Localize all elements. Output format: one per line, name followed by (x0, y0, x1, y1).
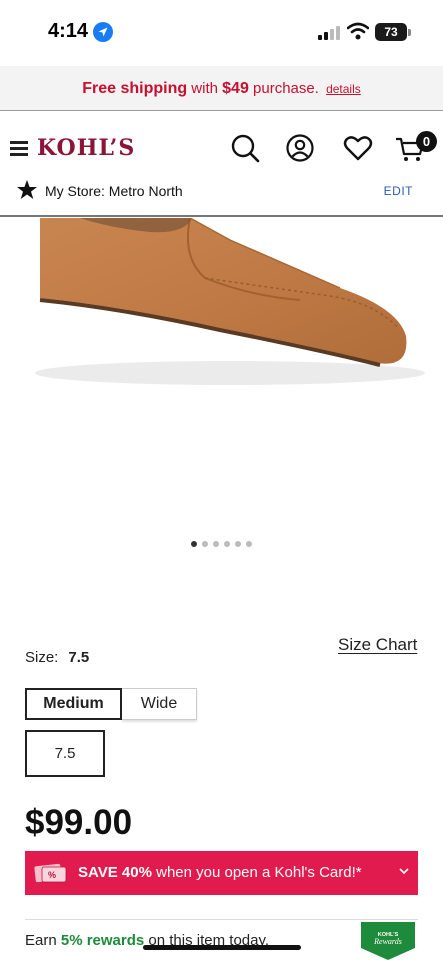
cart-count-badge: 0 (416, 131, 437, 152)
search-icon[interactable] (230, 133, 260, 163)
battery-icon: 73 (375, 23, 407, 41)
card-offer-text: SAVE 40% when you open a Kohl's Card!* (78, 864, 362, 881)
carousel-dots[interactable] (0, 541, 443, 547)
size-value: 7.5 (68, 649, 90, 666)
promo-mid-text: with (187, 80, 223, 97)
carousel-dot[interactable] (191, 541, 197, 547)
home-indicator (143, 945, 301, 950)
width-option-medium[interactable]: Medium (25, 688, 122, 720)
star-icon (17, 180, 37, 199)
card-offer-rest: when you open a Kohl's Card!* (151, 864, 362, 881)
card-offer-bold: SAVE 40% (78, 864, 152, 881)
size-label: Size: 7.5 (25, 649, 89, 666)
kohls-card-offer-banner[interactable]: % SAVE 40% when you open a Kohl's Card!* (25, 851, 418, 895)
svg-text:Rewards: Rewards (373, 937, 402, 946)
promo-amount: $49 (222, 80, 249, 97)
store-label: My Store: Metro North (45, 183, 183, 199)
carousel-dot[interactable] (246, 541, 252, 547)
carousel-dot[interactable] (235, 541, 241, 547)
product-price: $99.00 (25, 803, 133, 842)
size-label-text: Size: (25, 649, 59, 666)
carousel-dot[interactable] (213, 541, 219, 547)
free-shipping-banner: Free shipping with $49 purchase. details (0, 66, 443, 111)
battery-tip (408, 29, 411, 36)
promo-end-text: purchase. (248, 80, 319, 97)
promo-details-link[interactable]: details (326, 82, 361, 96)
rewards-prefix: Earn (25, 932, 61, 949)
rewards-highlight: 5% rewards (60, 932, 145, 949)
location-arrow-icon (93, 22, 113, 42)
account-icon[interactable] (285, 133, 315, 163)
clock: 4:14 (48, 20, 89, 42)
edit-store-link[interactable]: EDIT (384, 184, 413, 198)
my-store-row: My Store: Metro North EDIT (0, 177, 443, 205)
wifi-icon (347, 22, 369, 40)
heart-icon[interactable] (343, 133, 373, 163)
menu-icon[interactable] (10, 141, 28, 156)
carousel-dot[interactable] (224, 541, 230, 547)
width-selector: Medium Wide (25, 688, 197, 720)
cellular-signal-icon (318, 26, 340, 40)
carousel-dot[interactable] (202, 541, 208, 547)
kohls-rewards-logo: KOHL'S Rewards (361, 922, 415, 960)
size-chart-link[interactable]: Size Chart (338, 635, 417, 655)
kohls-logo[interactable]: KOHL’S (37, 135, 135, 161)
divider (25, 919, 418, 920)
promo-bold-text: Free shipping (82, 80, 188, 97)
size-option-7-5[interactable]: 7.5 (25, 730, 105, 777)
kohls-card-icon: % (34, 863, 67, 883)
svg-text:%: % (48, 870, 56, 880)
width-option-wide[interactable]: Wide (122, 688, 197, 720)
status-bar: 4:14 73 (0, 0, 443, 66)
product-image[interactable] (0, 218, 443, 538)
site-header: KOHL’S 0 My Store: Metro North EDIT (0, 111, 443, 217)
chevron-down-icon (399, 868, 409, 875)
loafer-shoe-image (35, 218, 425, 385)
